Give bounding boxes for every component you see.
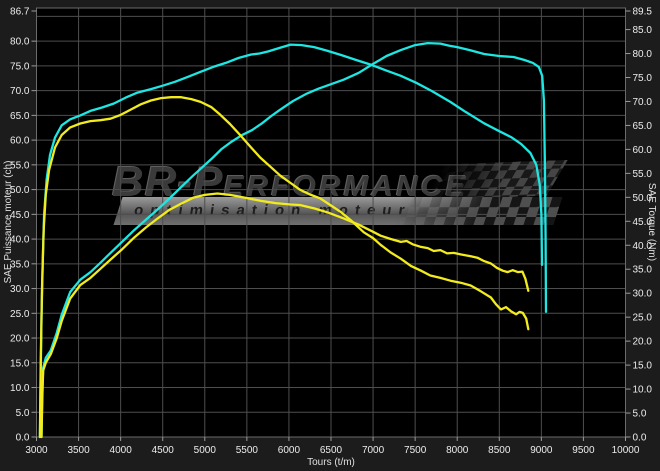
x-tick-label: 9000 [530,445,553,456]
left-tick-label: 50.0 [10,185,30,196]
dyno-chart: BR-PERFORMANCE optimisation moteur 3000 3… [0,0,660,471]
right-tick-label: 20.0 [633,337,653,348]
right-tick-label: 40.0 [633,241,653,252]
left-tick-label: 45.0 [10,210,30,221]
checkered-flag-icon [422,160,568,200]
left-tick-label: 15.0 [10,358,30,369]
x-tick-label: 5000 [194,445,217,456]
x-tick-label: 6500 [320,445,343,456]
x-tick-label: 7000 [362,445,385,456]
right-tick-label: 5.0 [633,409,647,420]
x-tick-label: 6000 [278,445,301,456]
left-tick-label: 60.0 [10,136,30,147]
left-tick-label: 25.0 [10,309,30,320]
watermark-tagline: optimisation moteur [133,202,413,219]
right-tick-label: 75.0 [633,73,653,84]
right-tick-label: 60.0 [633,145,653,156]
right-tick-label: 25.0 [633,313,653,324]
x-tick-label: 3500 [67,445,90,456]
left-tick-label: 20.0 [10,334,30,345]
right-tick-label: 89.5 [633,7,653,18]
right-tick-label: 65.0 [633,121,653,132]
checkered-flag-icon [393,197,562,225]
right-tick-label: 0.0 [633,433,647,444]
left-tick-label: 80.0 [10,37,30,48]
right-tick-label: 35.0 [633,265,653,276]
x-tick-label: 8500 [488,445,511,456]
left-tick-label: 35.0 [10,259,30,270]
left-tick-label: 10.0 [10,383,30,394]
right-tick-label: 50.0 [633,193,653,204]
x-axis-title: Tours (t/m) [307,457,355,468]
plot-area: BR-PERFORMANCE optimisation moteur [36,8,626,437]
x-tick-label: 7500 [404,445,427,456]
right-tick-label: 45.0 [633,217,653,228]
left-tick-label: 30.0 [10,284,30,295]
left-tick-label: 5.0 [16,408,30,419]
left-tick-label: 70.0 [10,86,30,97]
right-tick-label: 85.0 [633,25,653,36]
x-tick-label: 3000 [25,445,48,456]
right-axis-title: SAE Torque (Nm) [646,183,657,261]
x-tick-label: 5500 [236,445,259,456]
right-tick-label: 15.0 [633,361,653,372]
right-tick-label: 55.0 [633,169,653,180]
watermark-banner: optimisation moteur [113,197,554,225]
left-tick-label: 86.7 [10,7,30,18]
x-tick-label: 4500 [152,445,175,456]
right-tick-label: 80.0 [633,49,653,60]
x-tick-label: 4000 [110,445,133,456]
left-tick-label: 40.0 [10,235,30,246]
left-axis-title: SAE Puissance moteur (ch) [3,161,14,284]
right-tick-label: 70.0 [633,97,653,108]
x-tick-label: 10000 [612,445,640,456]
left-tick-label: 0.0 [16,433,30,444]
left-tick-label: 75.0 [10,61,30,72]
right-tick-label: 30.0 [633,289,653,300]
x-tick-label: 9500 [572,445,595,456]
left-tick-label: 65.0 [10,111,30,122]
x-tick-label: 8000 [446,445,469,456]
left-tick-label: 55.0 [10,160,30,171]
right-tick-label: 10.0 [633,385,653,396]
